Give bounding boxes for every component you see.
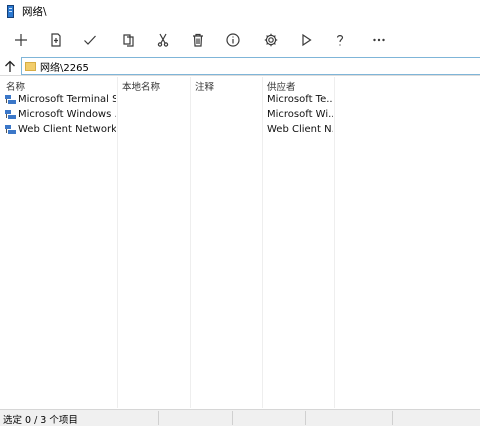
status-divider — [158, 411, 159, 425]
network-icon — [5, 95, 16, 105]
copy-icon — [123, 34, 134, 47]
checkmark-icon — [84, 35, 96, 45]
plus-icon — [15, 34, 27, 46]
arrow-up-icon — [5, 60, 15, 72]
item-name: Web Client Network — [18, 124, 116, 135]
new-button[interactable] — [9, 28, 33, 52]
run-button[interactable] — [294, 28, 318, 52]
cut-button[interactable] — [151, 28, 175, 52]
column-header-row: 名称 本地名称 注释 供应者 — [0, 77, 480, 93]
info-icon — [226, 33, 240, 47]
address-bar: 网络\2265 — [0, 56, 480, 76]
copy-button[interactable] — [117, 28, 141, 52]
network-icon — [5, 110, 16, 120]
status-bar: 选定 0 / 3 个项目 — [0, 409, 480, 426]
file-list[interactable]: 名称 本地名称 注释 供应者 Microsoft Terminal S... M… — [0, 77, 480, 408]
title-bar: 网络\ — [0, 0, 480, 22]
status-divider — [392, 411, 393, 425]
new-document-icon — [51, 33, 61, 47]
scissors-icon — [157, 33, 169, 47]
address-path: 网络\2265 — [40, 62, 89, 74]
new-document-button[interactable] — [44, 28, 68, 52]
settings-button[interactable] — [259, 28, 283, 52]
network-icon — [5, 125, 16, 135]
help-button[interactable] — [328, 28, 352, 52]
properties-button[interactable] — [221, 28, 245, 52]
up-button[interactable] — [2, 57, 18, 75]
column-header-comment[interactable]: 注释 — [195, 79, 214, 93]
window-title: 网络\ — [22, 5, 47, 18]
item-provider: Microsoft Wi... — [267, 109, 333, 120]
more-button[interactable] — [367, 28, 391, 52]
play-icon — [302, 33, 312, 47]
address-field[interactable]: 网络\2265 — [21, 57, 480, 75]
trash-icon — [193, 33, 203, 47]
item-name: Microsoft Windows ... — [18, 109, 116, 120]
gear-icon — [264, 33, 278, 47]
column-header-local-name[interactable]: 本地名称 — [122, 79, 160, 93]
app-icon — [6, 4, 16, 18]
list-item[interactable]: Web Client Network Web Client N... — [0, 123, 480, 138]
delete-button[interactable] — [186, 28, 210, 52]
status-divider — [232, 411, 233, 425]
column-header-provider[interactable]: 供应者 — [267, 79, 296, 93]
list-item[interactable]: Microsoft Terminal S... Microsoft Te... — [0, 93, 480, 108]
item-provider: Web Client N... — [267, 124, 333, 135]
question-icon — [336, 35, 344, 46]
column-header-name[interactable]: 名称 — [6, 79, 25, 93]
list-item[interactable]: Microsoft Windows ... Microsoft Wi... — [0, 108, 480, 123]
selection-status: 选定 0 / 3 个项目 — [3, 415, 78, 426]
status-divider — [305, 411, 306, 425]
toolbar — [0, 26, 480, 54]
check-button[interactable] — [78, 28, 102, 52]
folder-icon — [25, 61, 36, 71]
ellipsis-icon — [373, 38, 385, 42]
item-provider: Microsoft Te... — [267, 94, 333, 105]
item-name: Microsoft Terminal S... — [18, 94, 116, 105]
